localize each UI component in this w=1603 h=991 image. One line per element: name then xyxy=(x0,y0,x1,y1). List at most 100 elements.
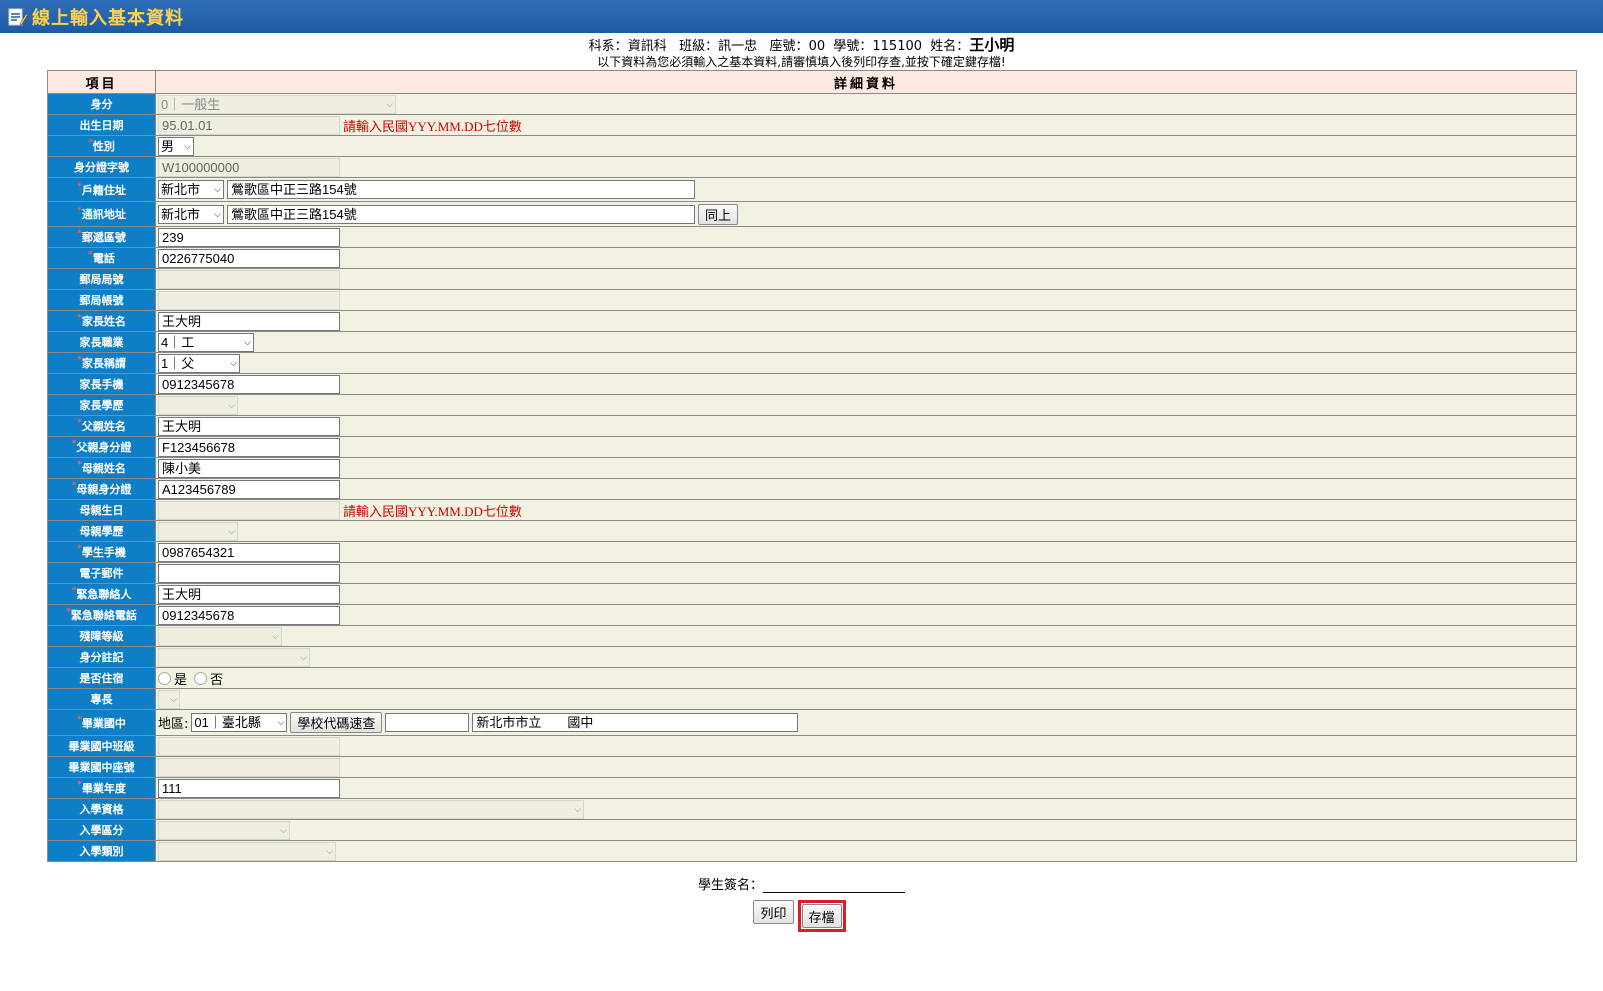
chevron-down-icon: ⌵ xyxy=(326,845,333,856)
action-bar: 列印 存檔 xyxy=(0,900,1603,932)
col-item-header: 項目 xyxy=(47,70,156,94)
identity-select[interactable]: 0｜一般生 ⌵ xyxy=(158,94,396,114)
disability-select[interactable]: ⌵ xyxy=(158,626,282,646)
row-mail-addr: *通訊地址 新北市 ⌵ 鶯歌區中正三路154號 同上 xyxy=(47,201,1577,227)
text-label: 畢業國中班級 xyxy=(68,740,135,753)
admission-area-select[interactable]: ⌵ xyxy=(158,820,290,840)
father-id-input[interactable]: F123456678 xyxy=(158,437,340,457)
text-label: 畢業國中座號 xyxy=(68,761,135,774)
text-label: 姓名： xyxy=(930,39,970,54)
row-emergency-phone: *緊急聯絡電話 0912345678 xyxy=(47,604,1577,626)
parent-title-select[interactable]: 1｜父 ⌵ xyxy=(158,353,240,373)
gender-select[interactable]: 男 ⌵ xyxy=(158,136,194,156)
father-name-input[interactable]: 王大明 xyxy=(158,416,340,436)
row-junior-class: 畢業國中班級 xyxy=(47,735,1577,757)
parent-edu-select[interactable]: ⌵ xyxy=(158,395,238,415)
row-id-note: 身分註記 ⌵ xyxy=(47,646,1577,668)
dorm-no-radio[interactable] xyxy=(194,671,208,685)
mother-id-input[interactable]: A123456789 xyxy=(158,479,340,499)
text-label: 家長姓名 xyxy=(81,315,126,328)
row-mother-id: *母親身分證 A123456789 xyxy=(47,478,1577,500)
grad-year-input[interactable]: 111 xyxy=(158,778,340,798)
row-reg-addr: *戶籍住址 新北市 ⌵ 鶯歌區中正三路154號 xyxy=(47,177,1577,202)
text-label: 入學類別 xyxy=(79,845,124,858)
text-label: 專長 xyxy=(90,693,113,706)
emergency-phone-input[interactable]: 0912345678 xyxy=(158,605,340,625)
post-office-input[interactable] xyxy=(158,269,340,289)
admission-type-select[interactable]: ⌵ xyxy=(158,841,336,861)
text-label: 性別 xyxy=(92,140,115,153)
birth-input[interactable]: 95.01.01 xyxy=(158,115,340,135)
row-admission-type: 入學類別 ⌵ xyxy=(47,840,1577,862)
chevron-down-icon: ⌵ xyxy=(574,803,581,814)
text-label: 身分註記 xyxy=(79,651,124,664)
mother-edu-select[interactable]: ⌵ xyxy=(158,521,238,541)
idno-input[interactable]: W100000000 xyxy=(158,157,340,177)
reg-addr-input[interactable]: 鶯歌區中正三路154號 xyxy=(227,180,695,199)
row-father-id: *父親身分證 F123456678 xyxy=(47,436,1577,458)
chevron-down-icon: ⌵ xyxy=(272,630,279,641)
email-input[interactable] xyxy=(158,563,340,583)
text-label: 班級： xyxy=(679,39,719,54)
dorm-yes-radio[interactable] xyxy=(158,671,171,685)
text-label: 緊急聯絡電話 xyxy=(70,609,137,622)
chevron-down-icon: ⌵ xyxy=(280,824,287,835)
same-as-above-button[interactable]: 同上 xyxy=(698,203,739,225)
row-parent-mobile: 家長手機 0912345678 xyxy=(47,373,1577,395)
text-label: 身分證字號 xyxy=(74,161,129,174)
signature-area: 學生簽名： xyxy=(0,874,1603,893)
save-button[interactable]: 存檔 xyxy=(801,904,842,928)
zip-input[interactable]: 239 xyxy=(158,227,340,247)
text-label: 新北市 xyxy=(161,206,201,222)
text-label: 家長手機 xyxy=(79,378,124,391)
row-identity: 身分 0｜一般生 ⌵ xyxy=(47,93,1577,115)
text-label: 家長學歷 xyxy=(79,399,124,412)
junior-class-input[interactable] xyxy=(158,736,340,756)
text-label: 母親身分證 xyxy=(76,483,132,496)
save-highlight: 存檔 xyxy=(797,900,846,932)
chevron-down-icon: ⌵ xyxy=(214,208,221,219)
school-code-input[interactable] xyxy=(385,713,470,732)
text-label: 學號： xyxy=(833,39,873,54)
row-birth: 出生日期 95.01.01 請輸入民國YYY.MM.DD七位數 xyxy=(47,114,1577,136)
mail-addr-input[interactable]: 鶯歌區中正三路154號 xyxy=(227,204,695,224)
mother-birth-input[interactable] xyxy=(158,500,340,520)
text-label: 入學資格 xyxy=(79,803,124,816)
row-admission-area: 入學區分 ⌵ xyxy=(47,819,1577,841)
specialty-select[interactable]: ⌵ xyxy=(158,689,180,709)
school-name-input[interactable]: 新北市市立 國中 xyxy=(472,713,799,732)
admission-select[interactable]: ⌵ xyxy=(158,799,584,819)
chevron-down-icon: ⌵ xyxy=(300,651,307,662)
phone-input[interactable]: 0226775040 xyxy=(158,248,340,268)
mail-city-select[interactable]: 新北市 ⌵ xyxy=(158,204,224,224)
student-mobile-input[interactable]: 0987654321 xyxy=(158,542,340,562)
text-label: 畢業國中 xyxy=(81,716,126,730)
print-button[interactable]: 列印 xyxy=(753,900,794,924)
emergency-name-input[interactable]: 王大明 xyxy=(158,584,340,604)
text-label: 出生日期 xyxy=(79,119,124,132)
text-label: 新北市 xyxy=(161,182,201,197)
window-title-bar: 線上輸入基本資料 xyxy=(0,0,1603,33)
row-student-mobile: *學生手機 0987654321 xyxy=(47,541,1577,563)
mother-name-input[interactable]: 陳小美 xyxy=(158,458,340,478)
text-label: 郵局帳號 xyxy=(79,294,124,307)
text-label: 否 xyxy=(210,672,224,688)
region-select[interactable]: 01｜臺北縣 ⌵ xyxy=(191,713,288,732)
text-label: 通訊地址 xyxy=(81,208,126,221)
junior-seat-input[interactable] xyxy=(158,757,340,777)
chevron-down-icon: ⌵ xyxy=(228,525,235,536)
school-code-lookup-button[interactable]: 學校代碼速查 xyxy=(290,712,383,733)
parent-mobile-input[interactable]: 0912345678 xyxy=(158,374,340,394)
text-label: 父親身分證 xyxy=(76,441,132,454)
id-note-select[interactable]: ⌵ xyxy=(158,647,310,667)
parent-name-input[interactable]: 王大明 xyxy=(158,311,340,331)
row-idno: 身分證字號 W100000000 xyxy=(47,156,1577,178)
reg-city-select[interactable]: 新北市 ⌵ xyxy=(158,180,224,199)
text-label: 座號： xyxy=(769,39,809,54)
parent-job-select[interactable]: 4｜工 ⌵ xyxy=(158,332,254,352)
chevron-down-icon: ⌵ xyxy=(170,693,177,704)
text-label: 資訊科 xyxy=(627,39,667,54)
post-account-input[interactable] xyxy=(158,290,340,310)
text-label: 母親學歷 xyxy=(79,525,124,538)
chevron-down-icon: ⌵ xyxy=(386,98,393,109)
